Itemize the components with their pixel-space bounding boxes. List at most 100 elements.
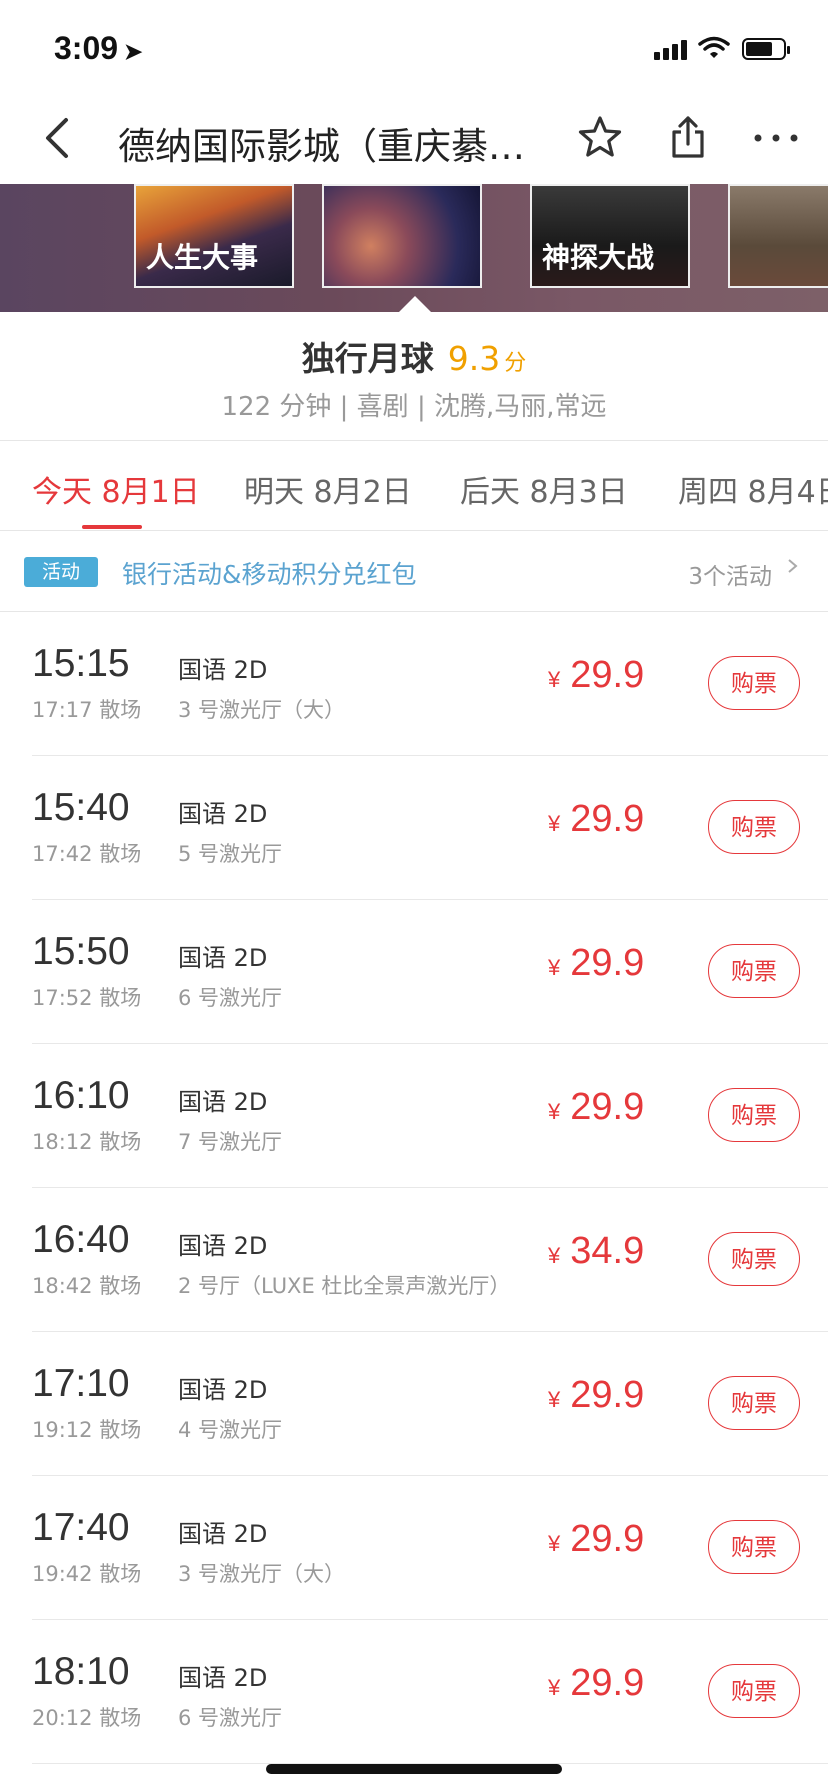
start-time: 17:40	[32, 1506, 130, 1549]
wifi-icon	[698, 36, 730, 58]
buy-ticket-button[interactable]: 购票	[708, 1376, 800, 1430]
yen-symbol: ¥	[548, 1675, 561, 1700]
showtime-row[interactable]: 15:15 17:17 散场 国语 2D 3 号激光厅（大） ¥29.9 购票	[0, 612, 828, 756]
yen-symbol: ¥	[548, 1387, 561, 1412]
poster-carousel[interactable]: 人生大事 神探大战	[0, 184, 828, 312]
price: ¥29.9	[548, 942, 644, 985]
hall-name: 6 号激光厅	[178, 1706, 283, 1730]
buy-ticket-button[interactable]: 购票	[708, 656, 800, 710]
chevron-right-icon	[788, 559, 798, 573]
price-value: 29.9	[570, 1086, 645, 1128]
status-time-text: 3:09	[54, 30, 119, 66]
start-time: 17:10	[32, 1362, 130, 1405]
price-value: 29.9	[570, 1374, 645, 1416]
date-tab-day-after[interactable]: 后天 8月3日	[460, 467, 628, 511]
showtime-row[interactable]: 18:10 20:12 散场 国语 2D 6 号激光厅 ¥29.9 购票	[0, 1620, 828, 1764]
status-time: 3:09 ➤	[54, 30, 142, 67]
hall-name: 5 号激光厅	[178, 842, 283, 866]
poster-selection-pointer	[398, 296, 432, 313]
price-value: 29.9	[570, 1518, 645, 1560]
yen-symbol: ¥	[548, 1099, 561, 1124]
yen-symbol: ¥	[548, 1531, 561, 1556]
poster-item[interactable]: 神探大战	[530, 184, 690, 288]
hall-name: 2 号厅（LUXE 杜比全景声激光厅）	[178, 1274, 511, 1298]
movie-info: 独行月球 9.3 分 122 分钟 | 喜剧 | 沈腾,马丽,常远	[0, 312, 828, 440]
more-icon[interactable]	[750, 112, 802, 164]
poster-text: 人生大事	[146, 241, 259, 274]
buy-ticket-button[interactable]: 购票	[708, 1520, 800, 1574]
promo-tag: 活动	[24, 557, 98, 587]
movie-title: 独行月球	[301, 339, 434, 378]
showtime-row[interactable]: 17:10 19:12 散场 国语 2D 4 号激光厅 ¥29.9 购票	[0, 1332, 828, 1476]
nav-bar: 德纳国际影城（重庆綦…	[0, 96, 828, 184]
hall-name: 6 号激光厅	[178, 986, 283, 1010]
promo-text: 银行活动&移动积分兑红包	[122, 560, 417, 589]
date-tab-today[interactable]: 今天 8月1日	[32, 467, 200, 511]
buy-ticket-button[interactable]: 购票	[708, 800, 800, 854]
star-icon[interactable]	[574, 112, 626, 164]
movie-score-unit: 分	[504, 351, 527, 376]
language-format: 国语 2D	[178, 1520, 268, 1548]
share-icon[interactable]	[662, 112, 714, 164]
back-chevron-icon[interactable]	[38, 114, 78, 162]
page-title: 德纳国际影城（重庆綦…	[118, 125, 525, 168]
showtime-row[interactable]: 17:40 19:42 散场 国语 2D 3 号激光厅（大） ¥29.9 购票	[0, 1476, 828, 1620]
price: ¥29.9	[548, 1518, 644, 1561]
end-time: 19:12 散场	[32, 1418, 142, 1442]
end-time: 18:12 散场	[32, 1130, 142, 1154]
hall-name: 4 号激光厅	[178, 1418, 283, 1442]
buy-ticket-button[interactable]: 购票	[708, 1232, 800, 1286]
price: ¥29.9	[548, 654, 644, 697]
buy-ticket-button[interactable]: 购票	[708, 1088, 800, 1142]
language-format: 国语 2D	[178, 656, 268, 684]
language-format: 国语 2D	[178, 1232, 268, 1260]
hall-name: 3 号激光厅（大）	[178, 698, 346, 722]
price: ¥34.9	[548, 1230, 644, 1273]
home-indicator[interactable]	[266, 1764, 562, 1774]
buy-ticket-button[interactable]: 购票	[708, 1664, 800, 1718]
start-time: 15:40	[32, 786, 130, 829]
yen-symbol: ¥	[548, 811, 561, 836]
status-bar: 3:09 ➤	[0, 0, 828, 96]
end-time: 19:42 散场	[32, 1562, 142, 1586]
showtime-row[interactable]: 15:50 17:52 散场 国语 2D 6 号激光厅 ¥29.9 购票	[0, 900, 828, 1044]
date-tab-tomorrow[interactable]: 明天 8月2日	[244, 467, 412, 511]
poster-item[interactable]	[728, 184, 828, 288]
end-time: 18:42 散场	[32, 1274, 142, 1298]
language-format: 国语 2D	[178, 1376, 268, 1404]
promo-bar[interactable]: 活动 银行活动&移动积分兑红包 3个活动	[0, 531, 828, 611]
language-format: 国语 2D	[178, 944, 268, 972]
showtime-row[interactable]: 16:40 18:42 散场 国语 2D 2 号厅（LUXE 杜比全景声激光厅）…	[0, 1188, 828, 1332]
date-tabs: 今天 8月1日 明天 8月2日 后天 8月3日 周四 8月4日	[0, 441, 828, 529]
start-time: 15:15	[32, 642, 130, 685]
end-time: 17:52 散场	[32, 986, 142, 1010]
end-time: 17:42 散场	[32, 842, 142, 866]
price: ¥29.9	[548, 1662, 644, 1705]
language-format: 国语 2D	[178, 1088, 268, 1116]
movie-score: 9.3	[447, 339, 501, 378]
price-value: 29.9	[570, 798, 645, 840]
price-value: 29.9	[570, 654, 645, 696]
movie-title-line: 独行月球 9.3 分	[0, 332, 828, 380]
showtime-list: 15:15 17:17 散场 国语 2D 3 号激光厅（大） ¥29.9 购票 …	[0, 611, 828, 1764]
buy-ticket-button[interactable]: 购票	[708, 944, 800, 998]
cellular-signal-icon	[654, 38, 688, 60]
showtime-row[interactable]: 16:10 18:12 散场 国语 2D 7 号激光厅 ¥29.9 购票	[0, 1044, 828, 1188]
battery-icon	[742, 38, 790, 60]
showtime-row[interactable]: 15:40 17:42 散场 国语 2D 5 号激光厅 ¥29.9 购票	[0, 756, 828, 900]
active-tab-indicator	[82, 525, 142, 529]
poster-item[interactable]: 人生大事	[134, 184, 294, 288]
promo-count: 3个活动	[688, 564, 772, 590]
hall-name: 7 号激光厅	[178, 1130, 283, 1154]
date-tab-thursday[interactable]: 周四 8月4日	[678, 467, 828, 511]
hall-name: 3 号激光厅（大）	[178, 1562, 346, 1586]
yen-symbol: ¥	[548, 1243, 561, 1268]
start-time: 18:10	[32, 1650, 130, 1693]
poster-text: 神探大战	[542, 241, 655, 274]
language-format: 国语 2D	[178, 1664, 268, 1692]
price: ¥29.9	[548, 798, 644, 841]
price-value: 29.9	[570, 942, 645, 984]
end-time: 20:12 散场	[32, 1706, 142, 1730]
yen-symbol: ¥	[548, 955, 561, 980]
poster-item-selected[interactable]	[322, 184, 482, 288]
